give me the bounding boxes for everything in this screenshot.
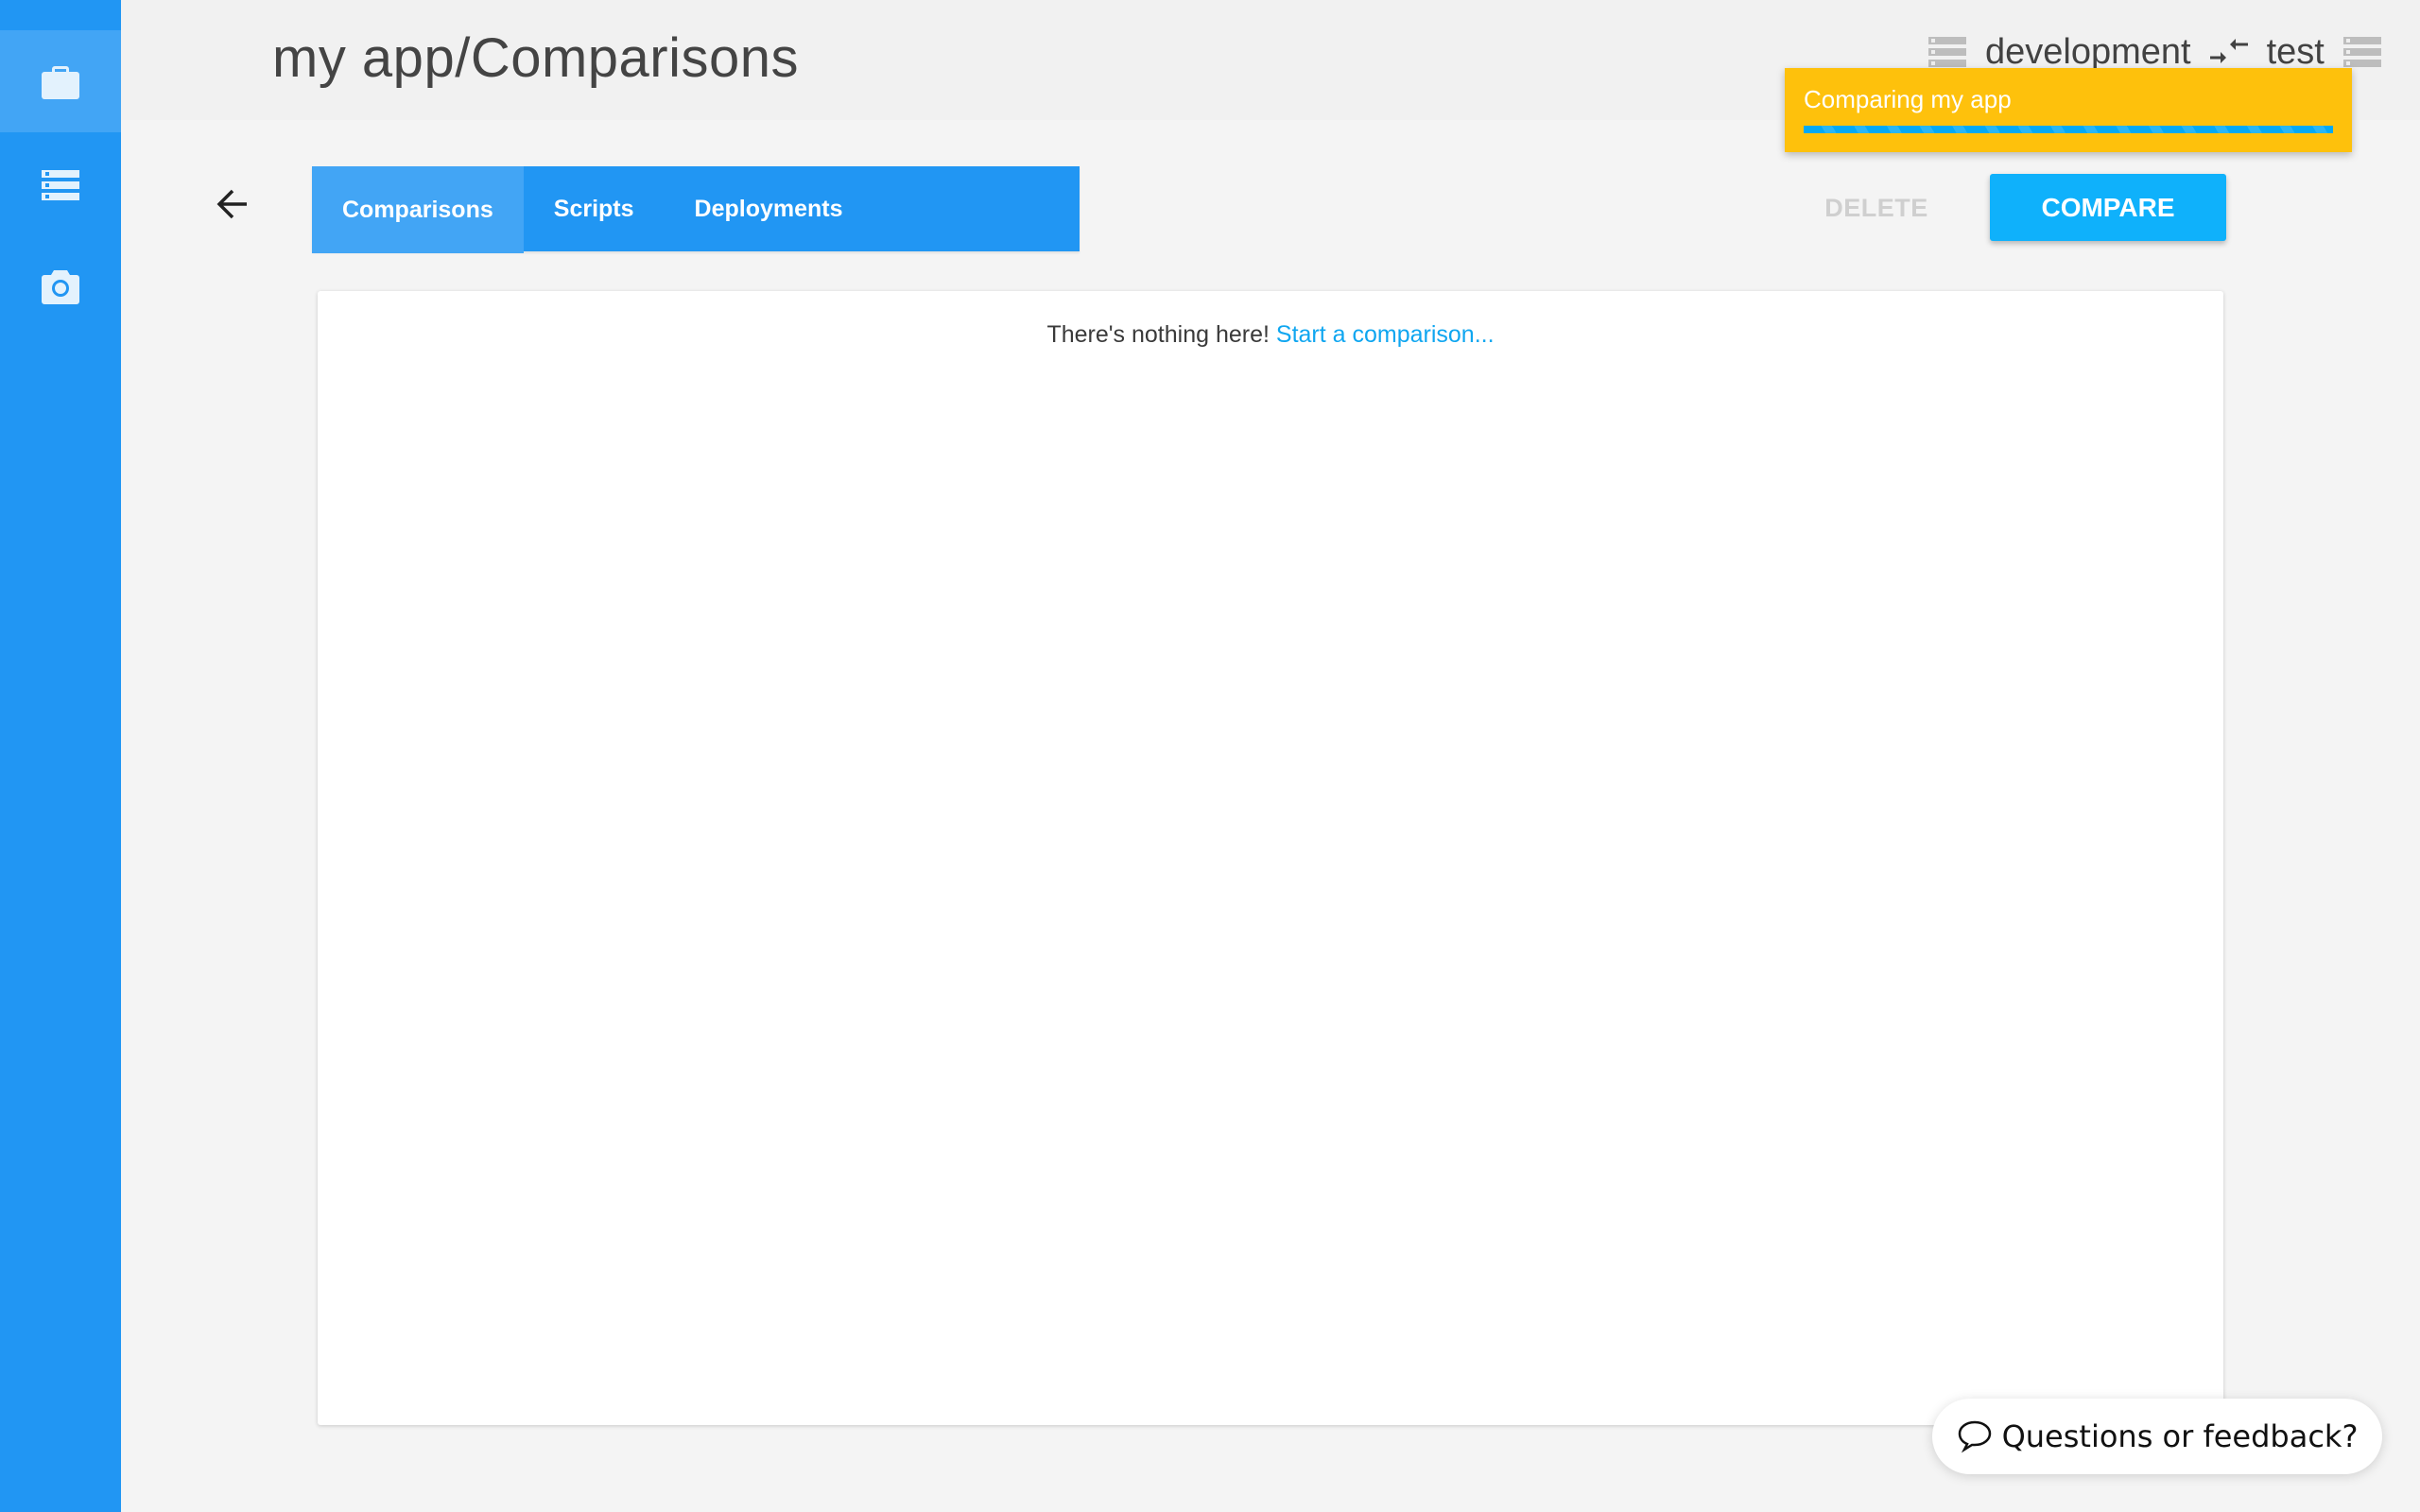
- sidebar-item-apps[interactable]: [0, 30, 121, 132]
- compare-button[interactable]: COMPARE: [1990, 174, 2226, 241]
- tab-deployments[interactable]: Deployments: [665, 166, 873, 251]
- target-env-label[interactable]: test: [2267, 32, 2325, 73]
- tab-bar: Comparisons Scripts Deployments: [312, 166, 1080, 253]
- chat-bubble-icon: [1958, 1420, 1991, 1453]
- back-button[interactable]: [210, 181, 255, 227]
- feedback-button[interactable]: Questions or feedback?: [1932, 1399, 2382, 1474]
- servers-icon: [42, 170, 79, 200]
- sidebar-item-snapshots[interactable]: [0, 236, 121, 338]
- camera-icon: [42, 270, 79, 304]
- comparisons-list: There's nothing here! Start a comparison…: [318, 291, 2223, 1425]
- server-icon: [1928, 36, 1966, 67]
- comparison-toast: Comparing my app: [1785, 68, 2352, 152]
- compare-arrows-icon: [2209, 38, 2248, 63]
- arrow-left-icon: [216, 189, 247, 219]
- sidebar-item-environments[interactable]: [0, 134, 121, 236]
- briefcase-icon: [42, 66, 79, 99]
- empty-state: There's nothing here! Start a comparison…: [318, 321, 2223, 349]
- sidebar: [0, 0, 121, 1512]
- tab-comparisons[interactable]: Comparisons: [312, 166, 524, 253]
- progress-bar: [1804, 126, 2333, 133]
- empty-state-text: There's nothing here!: [1046, 321, 1270, 348]
- environment-selector[interactable]: development test: [1928, 32, 2381, 73]
- delete-button[interactable]: DELETE: [1801, 176, 1952, 240]
- page-title: my app/Comparisons: [272, 27, 799, 89]
- server-icon: [2342, 36, 2381, 67]
- source-env-label[interactable]: development: [1985, 32, 2191, 73]
- feedback-label: Questions or feedback?: [2001, 1418, 2359, 1454]
- tab-scripts[interactable]: Scripts: [524, 166, 665, 251]
- start-comparison-link[interactable]: Start a comparison...: [1276, 321, 1495, 348]
- toast-message: Comparing my app: [1804, 85, 2012, 113]
